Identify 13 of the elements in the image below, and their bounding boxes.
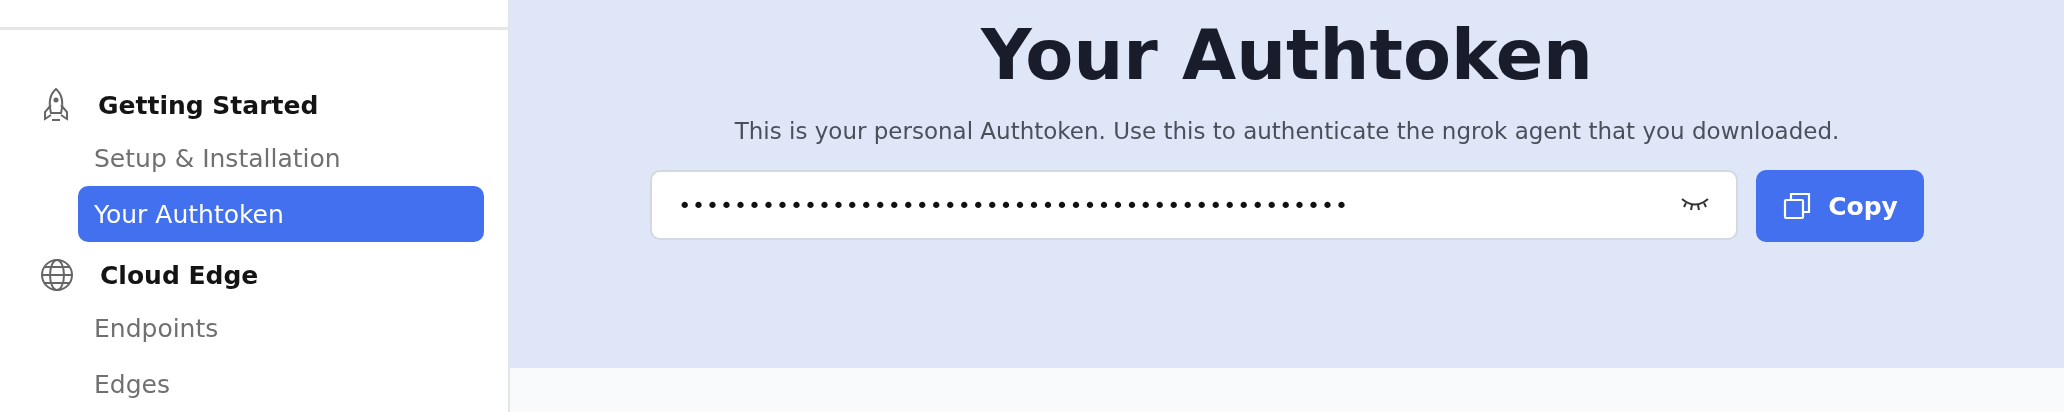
authtoken-field[interactable]: •••••••••••••••••••••••••••••••••••••••••••••••• [650, 170, 1739, 240]
description: This is your personal Authtoken. Use this to authenticate the ngrok agent that you downloaded. [734, 118, 1840, 144]
masked-token: •••••••••••••••••••••••••••••••••••••••••••••••• [678, 192, 1350, 218]
section-title: Getting Started [98, 90, 319, 120]
copy-icon [1782, 191, 1813, 221]
section-title: Cloud Edge [100, 260, 259, 290]
sidebar-item[interactable]: Endpoints [78, 300, 484, 356]
sidebar-item[interactable]: Your Authtoken [78, 186, 484, 242]
page-title: Your Authtoken [981, 14, 1593, 96]
sidebar-item[interactable]: Setup & Installation [78, 130, 484, 186]
globe-icon [40, 258, 74, 292]
copy-button[interactable]: Copy [1756, 170, 1924, 242]
sidebar-item[interactable]: Edges [78, 356, 484, 412]
